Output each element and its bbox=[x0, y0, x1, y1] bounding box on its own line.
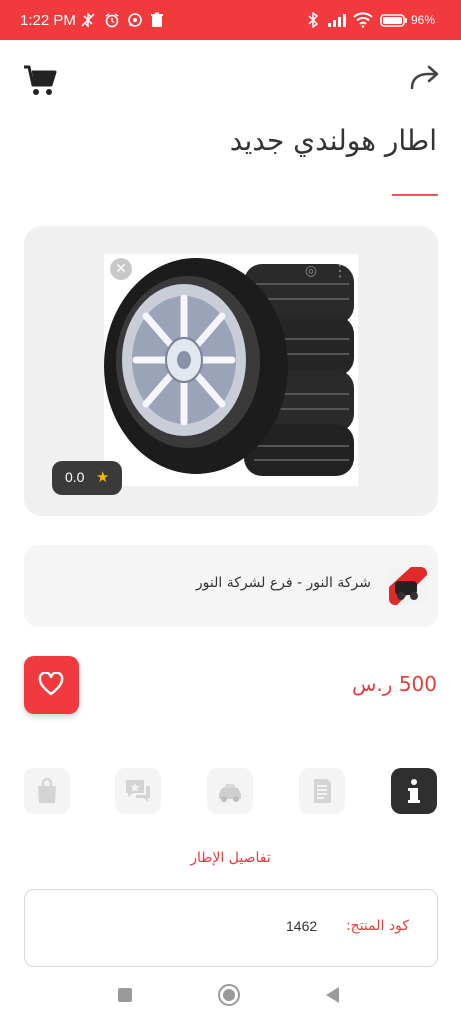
trash-icon bbox=[150, 12, 164, 32]
car-icon bbox=[219, 784, 241, 802]
ad-info-icon[interactable]: ◎ bbox=[302, 262, 320, 280]
status-bar: 1:22 PM 96% bbox=[0, 0, 461, 40]
rating-value: 0.0 bbox=[65, 469, 85, 485]
home-button[interactable] bbox=[218, 984, 240, 1006]
document-icon bbox=[314, 779, 331, 803]
back-button[interactable] bbox=[324, 985, 340, 1005]
rating-badge: 0.0 ★ bbox=[52, 461, 122, 495]
product-price: 500 ر.س bbox=[352, 672, 437, 696]
product-code-label: كود المنتج: bbox=[345, 918, 409, 934]
bluetooth-muted-icon bbox=[80, 12, 96, 32]
whatsapp-icon bbox=[127, 12, 143, 32]
page-title: اطار هولندي جديد bbox=[229, 124, 437, 157]
tab-shopping[interactable] bbox=[24, 768, 70, 814]
store-logo[interactable] bbox=[389, 567, 427, 605]
favorite-button[interactable] bbox=[24, 656, 79, 714]
tab-reviews[interactable] bbox=[115, 768, 161, 814]
bluetooth-icon bbox=[306, 11, 320, 32]
cart-icon[interactable] bbox=[22, 62, 58, 98]
tab-car[interactable] bbox=[207, 768, 253, 814]
signal-icon bbox=[326, 12, 348, 32]
product-code-value: 1462 bbox=[286, 918, 318, 934]
status-time: 1:22 PM bbox=[20, 12, 76, 29]
reviews-icon bbox=[126, 780, 150, 802]
more-vertical-icon[interactable]: ⋮ bbox=[332, 262, 348, 280]
star-icon: ★ bbox=[96, 468, 110, 486]
wifi-icon bbox=[353, 12, 373, 32]
tire-stack-image[interactable] bbox=[104, 254, 358, 486]
info-icon bbox=[408, 779, 420, 803]
recent-apps-button[interactable] bbox=[118, 988, 132, 1002]
tab-section-label: تفاصيل الإطار bbox=[190, 850, 271, 866]
shopping-bag-icon bbox=[38, 777, 56, 803]
heart-icon bbox=[38, 672, 64, 696]
close-icon[interactable]: ✕ bbox=[110, 258, 132, 280]
battery-icon bbox=[380, 12, 408, 32]
tab-info[interactable] bbox=[391, 768, 437, 814]
battery-percent: 96% bbox=[411, 13, 436, 27]
share-icon[interactable] bbox=[408, 64, 440, 92]
tab-documents[interactable] bbox=[299, 768, 345, 814]
title-underline bbox=[392, 194, 438, 196]
alarm-icon bbox=[104, 12, 120, 32]
store-name[interactable]: شركة النور - فرع لشركة النور bbox=[196, 575, 371, 591]
